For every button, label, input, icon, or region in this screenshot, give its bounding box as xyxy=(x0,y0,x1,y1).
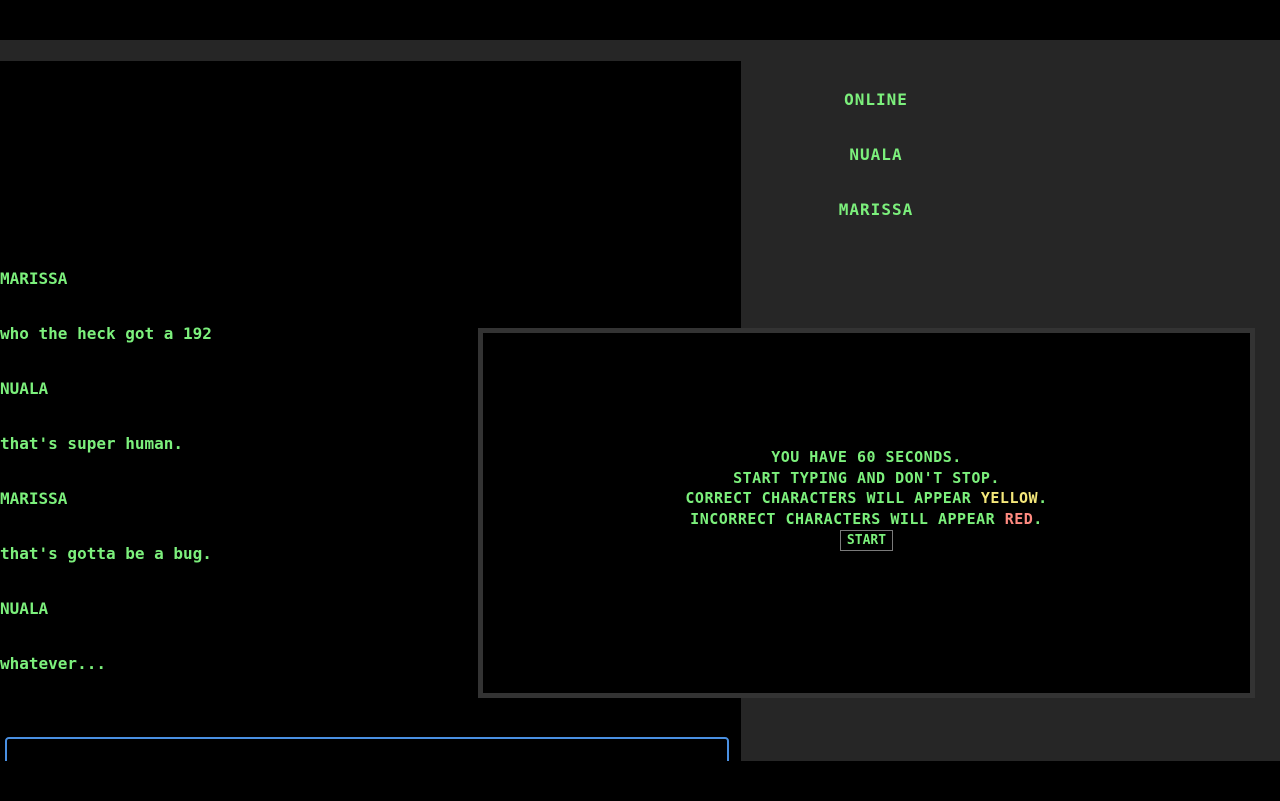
instruction-text: INCORRECT CHARACTERS WILL APPEAR xyxy=(690,509,1005,528)
chat-message-author: MARISSA xyxy=(0,489,68,508)
chat-message-author: NUALA xyxy=(0,379,49,398)
chat-message-text: that's super human. xyxy=(0,434,184,453)
typing-test-modal: YOU HAVE 60 SECONDS. START TYPING AND DO… xyxy=(478,328,1255,698)
red-word: RED xyxy=(1004,509,1034,528)
instructions: YOU HAVE 60 SECONDS. START TYPING AND DO… xyxy=(483,447,1250,551)
top-bar xyxy=(0,0,1280,40)
chat-message-text: who the heck got a 192 xyxy=(0,324,212,343)
bottom-bar xyxy=(0,761,1280,801)
instruction-line: START TYPING AND DON'T STOP. xyxy=(733,468,1000,487)
chat-message-text: whatever... xyxy=(0,654,106,673)
instruction-text: . xyxy=(1033,509,1043,528)
instruction-line: CORRECT CHARACTERS WILL APPEAR YELLOW. xyxy=(483,488,1250,509)
instruction-line: INCORRECT CHARACTERS WILL APPEAR RED. xyxy=(483,509,1250,530)
online-user: MARISSA xyxy=(838,200,914,219)
header-strip xyxy=(0,40,1280,61)
chat-message-author: MARISSA xyxy=(0,269,68,288)
online-user: NUALA xyxy=(849,145,903,164)
online-heading: ONLINE xyxy=(844,90,908,109)
instruction-line: YOU HAVE 60 SECONDS. xyxy=(771,448,962,466)
chat-message-text: that's gotta be a bug. xyxy=(0,544,212,563)
start-button[interactable]: START xyxy=(839,530,894,551)
instruction-text: CORRECT CHARACTERS WILL APPEAR xyxy=(685,489,981,507)
chat-message-author: NUALA xyxy=(0,599,49,618)
yellow-word: YELLOW xyxy=(980,489,1039,507)
instruction-text: . xyxy=(1038,489,1048,507)
